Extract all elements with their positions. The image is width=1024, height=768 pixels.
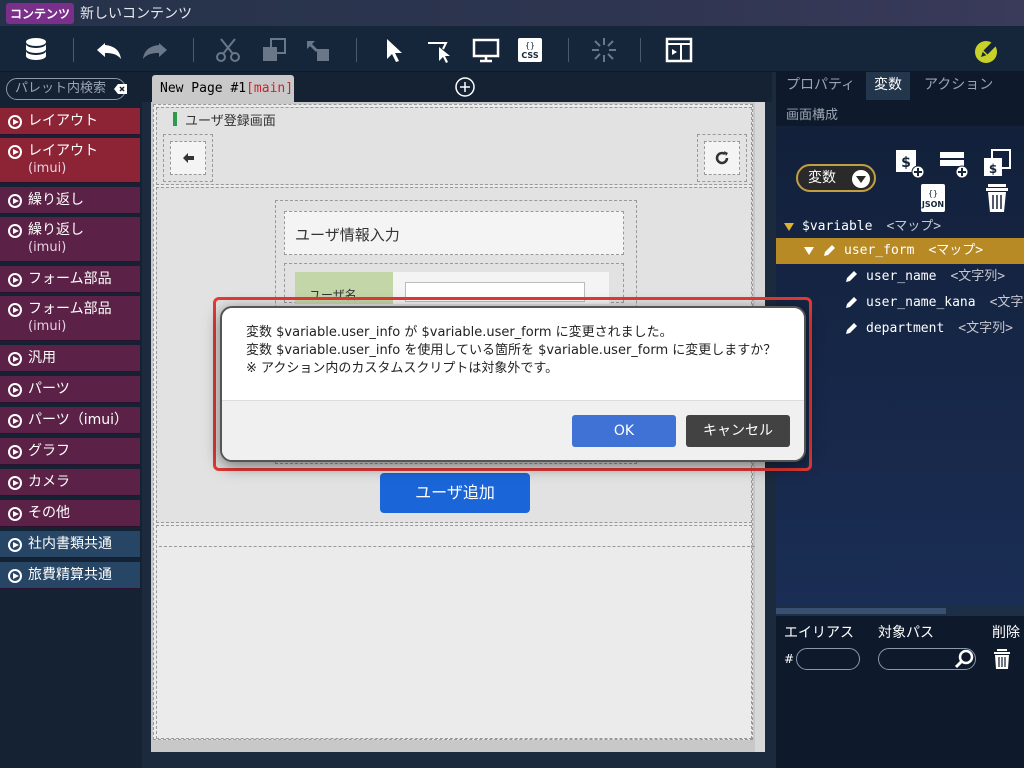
- dialog-line-1: 変数 $variable.user_info が $variable.user_…: [246, 325, 673, 340]
- dialog-message: 変数 $variable.user_info が $variable.user_…: [246, 324, 796, 378]
- cancel-button[interactable]: キャンセル: [686, 415, 790, 447]
- confirm-dialog: 変数 $variable.user_info が $variable.user_…: [220, 306, 806, 462]
- modal-overlay: 変数 $variable.user_info が $variable.user_…: [0, 0, 1024, 768]
- ok-button[interactable]: OK: [572, 415, 676, 447]
- dialog-line-2: 変数 $variable.user_info を使用している箇所を $varia…: [246, 343, 777, 358]
- dialog-line-3: ※ アクション内のカスタムスクリプトは対象外です。: [246, 361, 559, 376]
- dialog-footer: OK キャンセル: [222, 400, 804, 460]
